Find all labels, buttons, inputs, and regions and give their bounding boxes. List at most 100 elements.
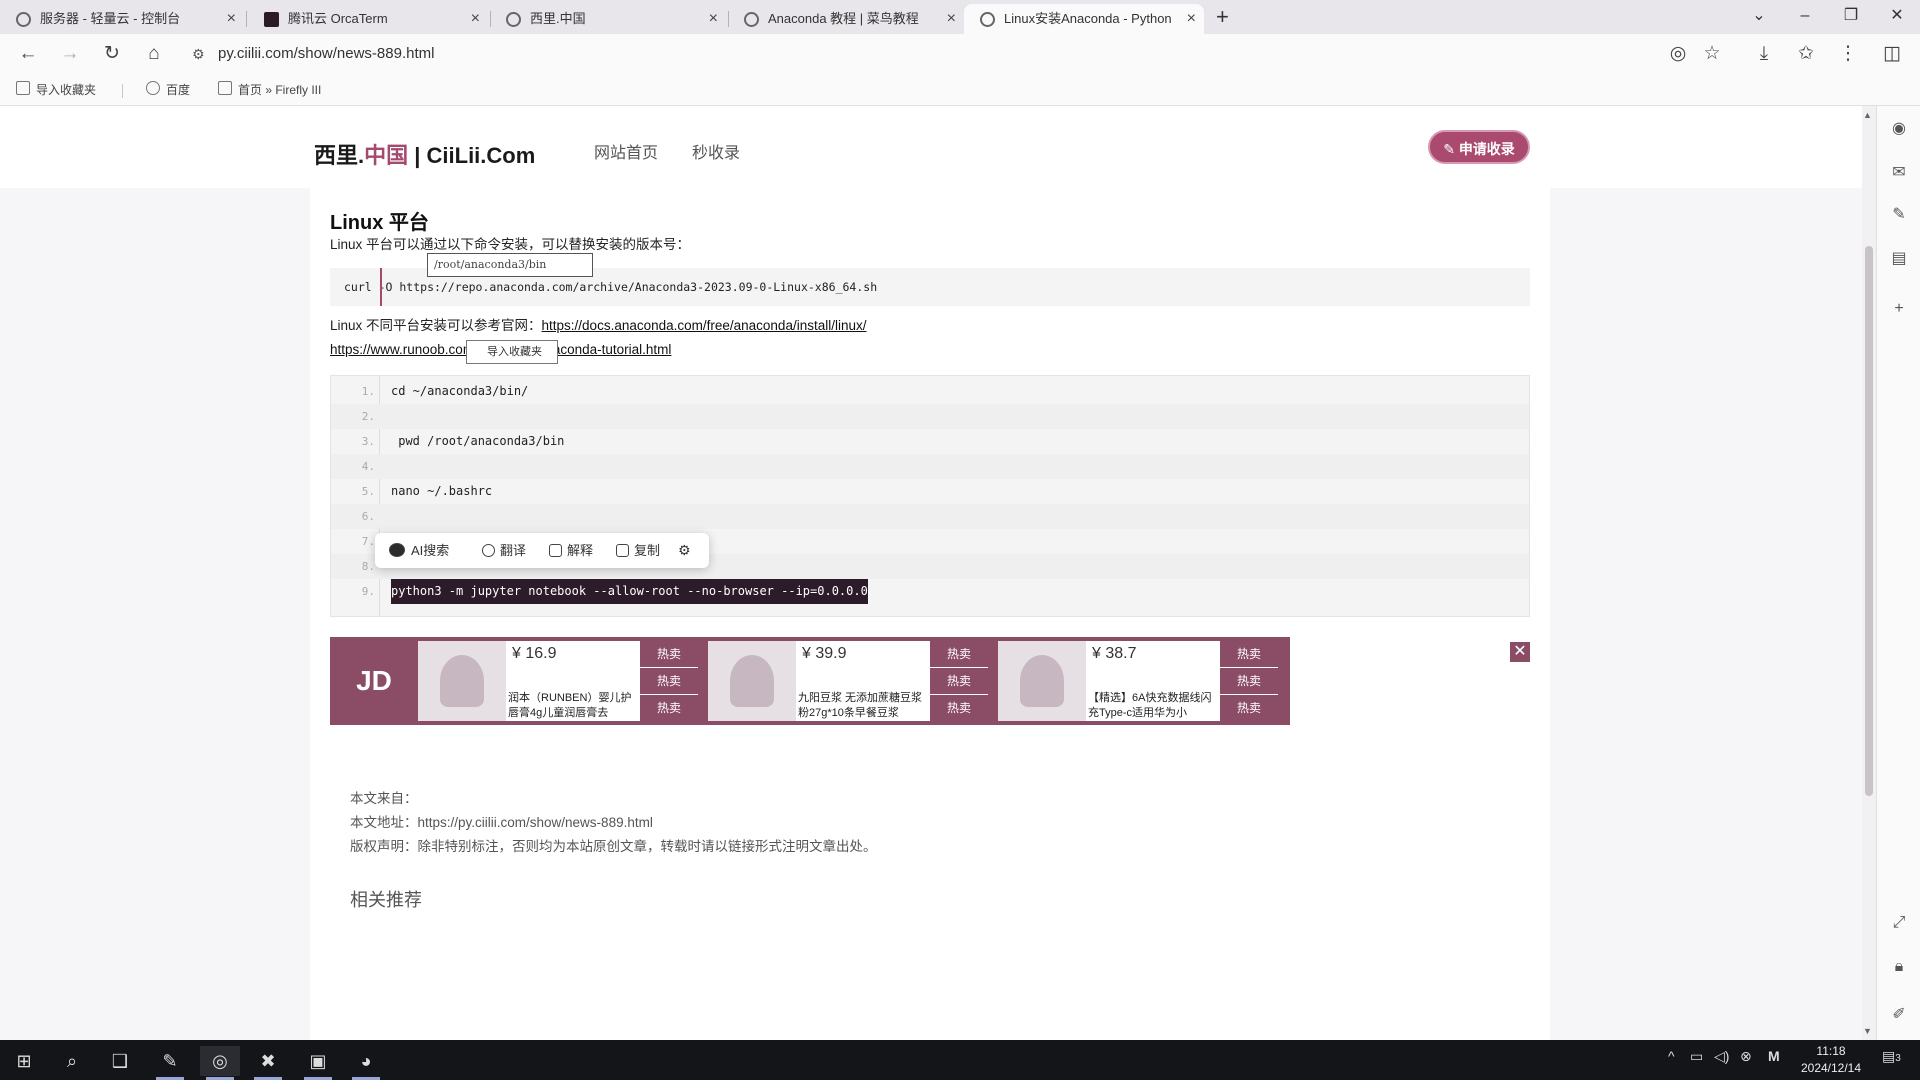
new-tab-button[interactable]: + — [1216, 4, 1229, 30]
notes-icon[interactable]: ✎ — [1889, 206, 1909, 224]
tray-chevron-icon[interactable]: ^ — [1668, 1048, 1675, 1064]
anaconda-docs-link[interactable]: https://docs.anaconda.com/free/anaconda/… — [542, 318, 867, 333]
hot-badge[interactable]: 热卖 — [930, 695, 988, 721]
line-text: cd ~/anaconda3/bin/ — [391, 384, 529, 398]
hot-badge[interactable]: 热卖 — [640, 668, 698, 694]
close-icon[interactable]: × — [471, 4, 480, 34]
tab-title: Linux安装Anaconda - Python — [1004, 11, 1172, 26]
ad-product[interactable]: ¥ 38.7 【精选】6A快充数据线闪充Type-c适用华为小 热卖 热卖 热卖 — [998, 641, 1278, 721]
hot-badge[interactable]: 热卖 — [1220, 695, 1278, 721]
bookmark-import[interactable]: 导入收藏夹 — [16, 81, 96, 98]
task-view-icon[interactable]: ❑ — [100, 1046, 140, 1076]
system-clock[interactable]: 11:18 2024/12/14 — [1796, 1043, 1866, 1077]
browser-app-icon[interactable]: ◕ — [346, 1046, 386, 1080]
minimize-button[interactable]: – — [1782, 2, 1828, 30]
line-text: pwd /root/anaconda3/bin — [391, 434, 565, 448]
site-info-icon[interactable]: ⚙ — [192, 38, 205, 70]
intro-text: Linux 平台可以通过以下命令安装，可以替换安装的版本号： — [330, 237, 691, 252]
explain-button[interactable]: 解释 — [549, 533, 593, 568]
mail-icon[interactable]: ✉ — [1889, 164, 1909, 182]
close-icon[interactable]: × — [227, 4, 236, 34]
notification-icon[interactable]: ▤3 — [1882, 1048, 1901, 1065]
bookmark-star-icon[interactable]: ☆ — [1698, 40, 1726, 68]
tab-anaconda-tutorial[interactable]: Anaconda 教程 | 菜鸟教程 × — [728, 4, 964, 34]
article-url-link[interactable]: https://py.ciilii.com/show/news-889.html — [418, 815, 653, 830]
volume-icon[interactable]: ◁) — [1714, 1048, 1729, 1065]
favorites-icon[interactable]: ✩ — [1792, 40, 1820, 68]
antivirus-icon[interactable]: ⊗ — [1740, 1048, 1752, 1065]
line-number: 8. — [361, 560, 375, 573]
bookmark-popup[interactable]: 导入收藏夹 — [466, 340, 558, 364]
apply-index-button[interactable]: ✎ 申请收录 — [1428, 130, 1530, 164]
sidebar-toggle-icon[interactable]: ◫ — [1878, 40, 1906, 68]
ad-close-icon[interactable]: ✕ — [1510, 642, 1530, 662]
scroll-down-icon[interactable]: ▼ — [1863, 1026, 1872, 1036]
close-window-button[interactable]: ✕ — [1874, 2, 1920, 30]
ai-eye-icon[interactable]: ◉ — [1889, 120, 1909, 138]
hot-badge[interactable]: 热卖 — [1220, 641, 1278, 667]
ad-product[interactable]: ¥ 16.9 润本（RUNBEN）婴儿护唇膏4g儿童润唇膏去 热卖 热卖 热卖 — [418, 641, 698, 721]
search-icon[interactable]: ⌕ — [52, 1046, 92, 1076]
screenshot-icon[interactable]: ⤢ — [1889, 914, 1909, 932]
ad-product[interactable]: ¥ 39.9 九阳豆浆 无添加蔗糖豆浆粉27g*10条早餐豆浆 热卖 热卖 热卖 — [708, 641, 988, 721]
page-scrollbar[interactable]: ▲ ▼ — [1862, 106, 1876, 1040]
tab-linux-anaconda[interactable]: Linux安装Anaconda - Python × — [964, 4, 1204, 34]
shell-code-block[interactable]: 1. cd ~/anaconda3/bin/ 2. 3. pwd /root/an… — [330, 375, 1530, 617]
tab-ciilii[interactable]: 西里.中国 × — [490, 4, 726, 34]
product-desc: 【精选】6A快充数据线闪充Type-c适用华为小 — [1088, 692, 1212, 719]
tab-search-chevron-icon[interactable]: ⌄ — [1736, 2, 1782, 30]
bookmark-firefly[interactable]: 首页 » Firefly III — [218, 81, 321, 98]
close-icon[interactable]: × — [947, 4, 956, 34]
product-image — [998, 641, 1086, 721]
bookmark-baidu[interactable]: 百度 — [146, 81, 190, 98]
notes-app-icon[interactable]: ✎ — [150, 1046, 190, 1080]
network-icon[interactable]: ▭ — [1690, 1048, 1703, 1065]
selected-line-text[interactable]: python3 -m jupyter notebook --allow-root… — [391, 579, 868, 604]
download-icon[interactable]: ⤓ — [1750, 40, 1778, 68]
edit-icon[interactable]: ✐ — [1889, 1006, 1909, 1024]
hot-badge[interactable]: 热卖 — [930, 668, 988, 694]
line-number: 3. — [361, 435, 375, 448]
anaconda-app-icon[interactable]: ◎ — [200, 1046, 240, 1080]
add-icon[interactable]: + — [1889, 300, 1909, 318]
baidu-icon — [146, 81, 160, 95]
copyright-notice: 版权声明：除非特别标注，否则均为本站原创文章，转载时请以链接形式注明文章出处。 — [350, 839, 877, 854]
xshell-app-icon[interactable]: ✖ — [248, 1046, 288, 1080]
tab-title: 服务器 - 轻量云 - 控制台 — [40, 11, 181, 26]
close-icon[interactable]: × — [1187, 4, 1196, 34]
tab-lighthouse-console[interactable]: 服务器 - 轻量云 - 控制台 × — [0, 4, 244, 34]
tracking-eye-icon[interactable]: ◎ — [1664, 40, 1692, 68]
windows-start-icon[interactable]: ⊞ — [4, 1046, 44, 1076]
bookmark-popup-label: 导入收藏夹 — [487, 346, 542, 358]
collections-icon[interactable]: ▤ — [1889, 250, 1909, 268]
translate-button[interactable]: 翻译 — [482, 533, 526, 568]
jd-ad-banner[interactable]: JD ¥ 16.9 润本（RUNBEN）婴儿护唇膏4g儿童润唇膏去 热卖 热卖 … — [330, 637, 1290, 725]
site-logo[interactable]: 西里.中国 | CiiLii.Com — [314, 138, 535, 170]
close-icon[interactable]: × — [709, 4, 718, 34]
reload-icon[interactable]: ↻ — [98, 40, 126, 68]
forward-icon[interactable]: → — [56, 40, 84, 68]
maximize-button[interactable]: ❐ — [1828, 2, 1874, 30]
menu-icon[interactable]: ⋮ — [1834, 40, 1862, 68]
hot-badge[interactable]: 热卖 — [640, 695, 698, 721]
address-bar[interactable]: ⚙ py.ciilii.com/show/news-889.html — [186, 38, 1706, 70]
hot-badge[interactable]: 热卖 — [640, 641, 698, 667]
product-image — [708, 641, 796, 721]
code-gutter-bar — [380, 268, 382, 306]
tab-orcaterm[interactable]: 腾讯云 OrcaTerm × — [248, 4, 488, 34]
copy-button[interactable]: 复制 — [616, 533, 660, 568]
hot-badge[interactable]: 热卖 — [1220, 668, 1278, 694]
lock-icon[interactable]: 🔒︎ — [1889, 958, 1909, 976]
ai-search-button[interactable]: AI搜索 — [389, 533, 449, 568]
home-icon[interactable]: ⌂ — [140, 40, 168, 68]
nav-home[interactable]: 网站首页 — [594, 139, 658, 163]
related-heading: 相关推荐 — [350, 890, 422, 910]
scroll-up-icon[interactable]: ▲ — [1863, 110, 1872, 120]
scrollbar-thumb[interactable] — [1865, 246, 1873, 796]
back-icon[interactable]: ← — [14, 40, 42, 68]
media-app-icon[interactable]: ▣ — [298, 1046, 338, 1080]
hot-badge[interactable]: 热卖 — [930, 641, 988, 667]
settings-gear-icon[interactable]: ⚙ — [678, 533, 691, 568]
ime-indicator[interactable]: M — [1768, 1048, 1780, 1064]
nav-quick-index[interactable]: 秒收录 — [692, 139, 740, 163]
